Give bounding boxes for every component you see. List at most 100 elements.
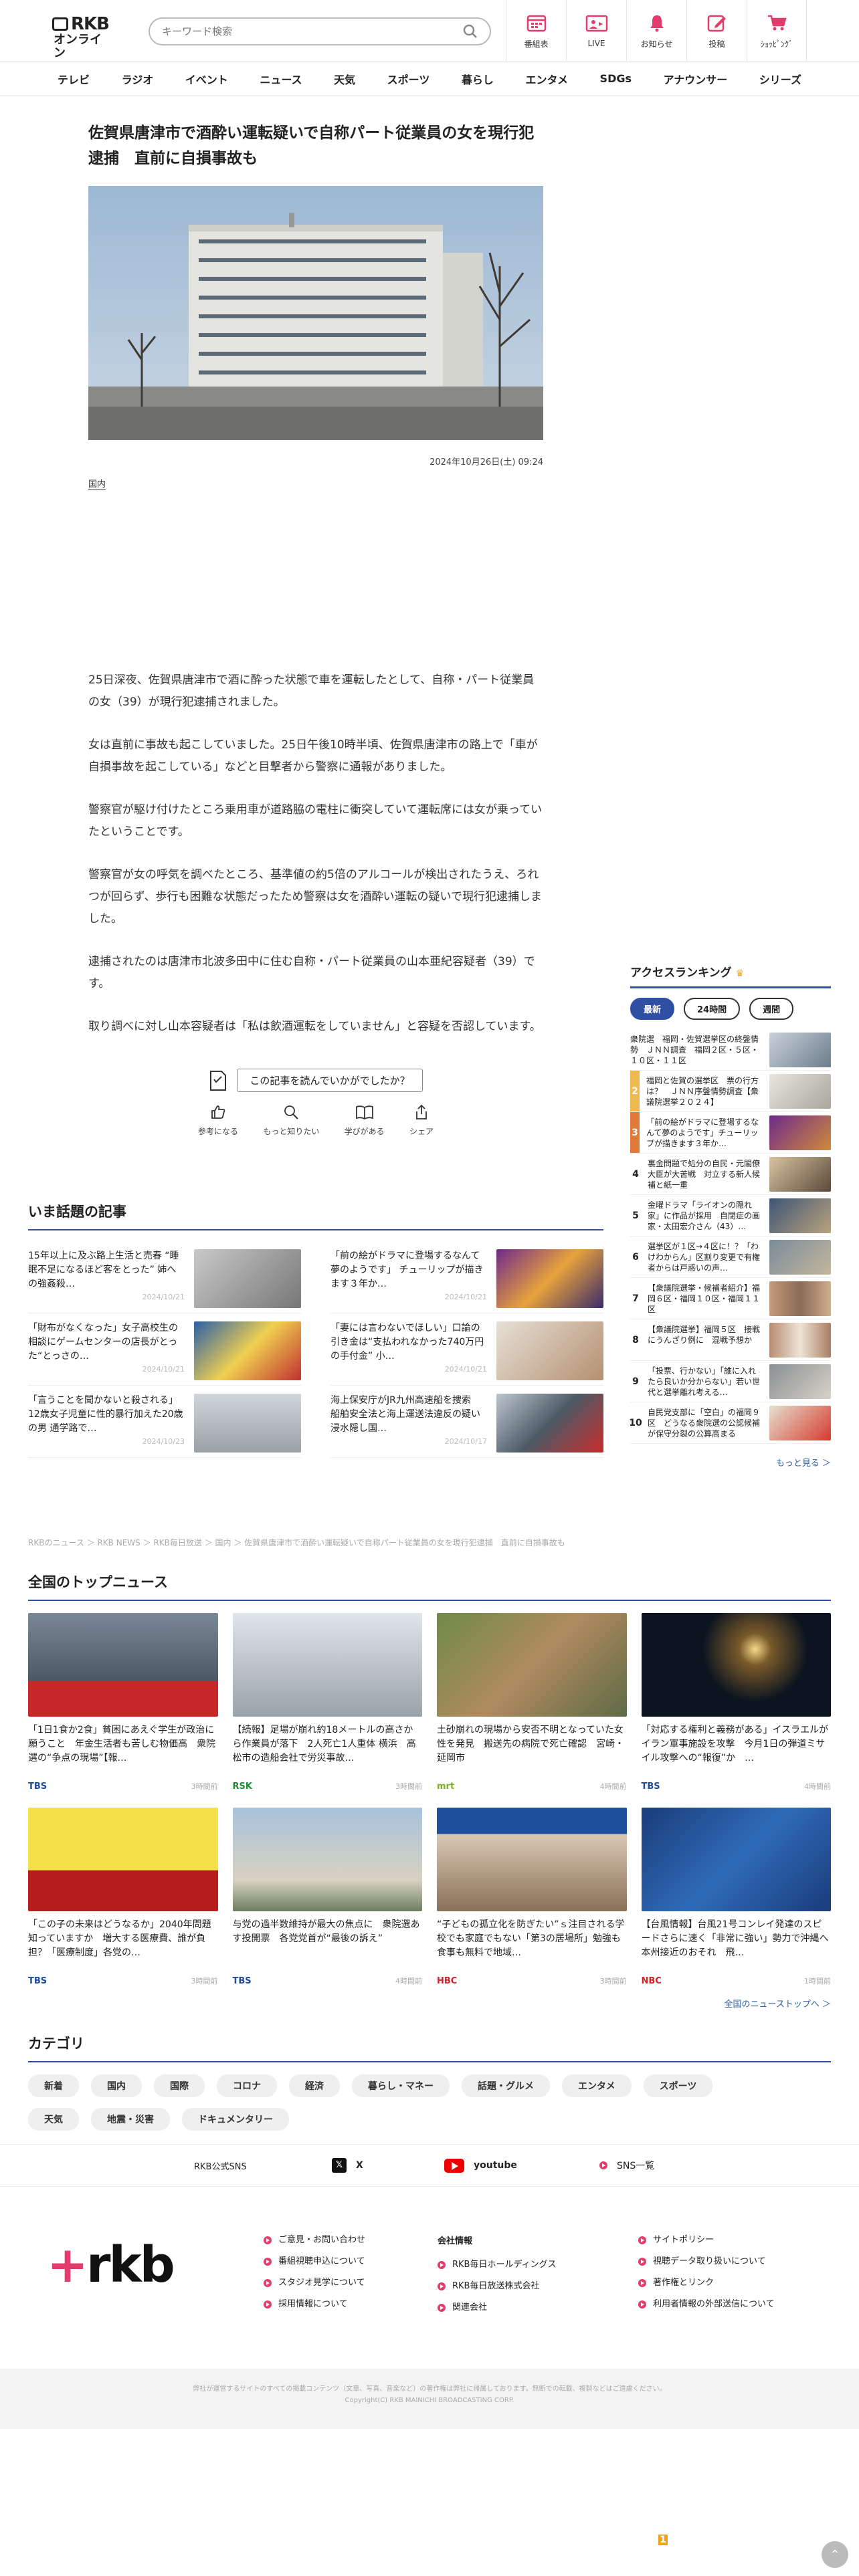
category-chip[interactable]: 新着 <box>28 2074 79 2097</box>
ranking-item[interactable]: 2 福岡と佐賀の選挙区 票の行方は？ ＪＮＮ序盤情勢調査【衆議院選挙２０２４】 <box>630 1071 831 1112</box>
article-paragraph: 警察官が女の呼気を調べたところ、基準値の約5倍のアルコールが検出されたうえ、ろれ… <box>88 868 542 926</box>
ranking-thumbnail <box>769 1405 831 1440</box>
ranking-item[interactable]: 1 衆院選 福岡・佐賀選挙区の終盤情勢 ＪＮＮ調査 福岡２区・５区・１０区・１１区 <box>630 1029 831 2545</box>
gnav-item-weather[interactable]: 天気 <box>334 71 355 87</box>
ranking-tab-latest[interactable]: 最新 <box>630 998 675 1020</box>
ranking-title: アクセスランキング ♛ <box>630 963 831 988</box>
gnav-item-event[interactable]: イベント <box>185 71 228 87</box>
arrow-icon <box>638 2300 646 2309</box>
ranking-item[interactable]: 7 【衆議院選挙・候補者紹介】福岡６区・福岡１０区・福岡１１区 <box>630 1278 831 1319</box>
topnews-card[interactable]: 与党の過半数維持が最大の焦点に 衆院選あす投開票 各党党首が“最後の訴え” TBS… <box>232 1808 422 1988</box>
topnews-card[interactable]: 【続報】足場が崩れ約18メートルの高さから作業員が落下 2人死亡1人重体 横浜 … <box>232 1613 422 1793</box>
category-chip[interactable]: ドキュメンタリー <box>182 2108 289 2131</box>
calendar-icon <box>525 13 548 33</box>
category-chip[interactable]: エンタメ <box>562 2074 632 2097</box>
footer-link[interactable]: ご意見・お問い合わせ <box>264 2230 365 2251</box>
gnav-item-sports[interactable]: スポーツ <box>387 71 430 87</box>
feedback-helpful-button[interactable]: 参考になる <box>198 1104 238 1137</box>
category-chip[interactable]: 天気 <box>28 2108 79 2131</box>
ranking-item[interactable]: 5 金曜ドラマ「ライオンの隠れ家」に作品が採用 自閉症の画家・太田宏介さん（43）… <box>630 1195 831 1237</box>
topnews-card[interactable]: 土砂崩れの現場から安否不明となっていた女性を発見 搬送先の病院で死亡確認 宮崎・… <box>437 1613 627 1793</box>
footer-link[interactable]: RKB毎日ホールディングス <box>438 2254 557 2276</box>
gnav-item-announcer[interactable]: アナウンサー <box>664 71 728 87</box>
article: 佐賀県唐津市で酒酔い運転疑いで自称パート従業員の女を現行犯逮捕 直前に自損事故も… <box>88 120 543 1059</box>
footer-link[interactable]: 番組視聴申込について <box>264 2251 365 2272</box>
topnews-card[interactable]: 「この子の未来はどうなるか」2040年問題知っていますか 増大する医療費、誰が負… <box>28 1808 218 1988</box>
trending-thumbnail <box>194 1394 301 1453</box>
trending-item[interactable]: 15年以上に及ぶ路上生活と売春 “睡眠不足になるほど客をとった” 姉への強姦殺…… <box>28 1241 301 1313</box>
ranking-item[interactable]: 3 「前の絵がドラマに登場するなんて夢のようです」チューリップが描きます３年か… <box>630 1112 831 1154</box>
feedback-more-button[interactable]: もっと知りたい <box>263 1104 319 1137</box>
header-nav-schedule[interactable]: 番組表 <box>506 0 566 62</box>
article-body: 25日深夜、佐賀県唐津市で酒に酔った状態で車を運転したとして、自称・パート従業員… <box>88 669 543 1038</box>
category-chip[interactable]: コロナ <box>217 2074 277 2097</box>
search-input[interactable] <box>162 25 463 37</box>
topnews-more-link[interactable]: 全国のニューストップへ ＞ <box>28 1997 831 2010</box>
category-chip[interactable]: 国内 <box>91 2074 142 2097</box>
trending-item[interactable]: 「言うことを聞かないと殺される」12歳女子児童に性的暴行加えた20歳の男 通学路… <box>28 1386 301 1458</box>
category-chip[interactable]: 話題・グルメ <box>462 2074 550 2097</box>
topnews-card[interactable]: 「1日1食か2食」貧困にあえぐ学生が政治に願うこと 年金生活者も苦しむ物価高 衆… <box>28 1613 218 1793</box>
trending-item[interactable]: 「前の絵がドラマに登場するなんて夢のようです」 チューリップが描きます３年か… 2… <box>330 1241 603 1313</box>
sns-x-link[interactable]: 𝕏X <box>332 2158 363 2173</box>
category-chip[interactable]: スポーツ <box>643 2074 713 2097</box>
search-icon[interactable] <box>463 24 478 39</box>
article-category[interactable]: 国内 <box>88 477 106 490</box>
trending-item[interactable]: 「妻には言わないでほしい」口論の引き金は“支払われなかった740万円の手付金” … <box>330 1313 603 1386</box>
ranking-item[interactable]: 4 裏金問題で処分の自民・元閣僚大臣が大苦戦 対立する新人候補と紙一重 <box>630 1154 831 1195</box>
category-title: カテゴリ <box>28 2033 831 2062</box>
gnav-item-news[interactable]: ニュース <box>260 71 302 87</box>
footer-link[interactable]: 関連会社 <box>438 2297 557 2319</box>
arrow-icon <box>264 2236 272 2244</box>
feedback-question: この記事を読んでいかがでしたか？ <box>237 1069 423 1092</box>
trending-item[interactable]: 海上保安庁がJR九州高速船を捜索 船舶安全法と海上運送法違反の疑い 浸水隠し国…… <box>330 1386 603 1458</box>
arrow-icon <box>264 2279 272 2287</box>
ranking-item[interactable]: 10 自民党支部に「空白」の福岡９区 どうなる衆院選の公認候補が保守分裂の公算高ま… <box>629 1402 831 1444</box>
header-nav-notice[interactable]: お知らせ <box>626 0 686 62</box>
thumbs-up-icon <box>211 1105 225 1119</box>
ranking-tab-24h[interactable]: 24時間 <box>684 998 741 1020</box>
gnav-item-sdgs[interactable]: SDGs <box>600 72 632 85</box>
header-nav: 番組表 ▶ LIVE お知らせ 投稿 ｼｮｯﾋﾟﾝｸﾞ <box>506 0 807 62</box>
gnav-item-series[interactable]: シリーズ <box>759 71 801 87</box>
gnav-item-radio[interactable]: ラジオ <box>122 71 154 87</box>
topnews-thumbnail <box>232 1808 422 1911</box>
site-logo[interactable]: RKB オンライン <box>52 15 112 60</box>
gnav-item-life[interactable]: 暮らし <box>462 71 494 87</box>
category-chip[interactable]: 経済 <box>289 2074 340 2097</box>
footer-link[interactable]: 採用情報について <box>264 2294 365 2315</box>
topnews-card[interactable]: “子どもの孤立化を防ぎたい”ｓ注目される学校でも家庭でもない「第3の居場所」勉強… <box>437 1808 627 1988</box>
sns-youtube-link[interactable]: youtube <box>444 2158 517 2173</box>
topnews-card[interactable]: 「対応する権利と義務がある」イスラエルがイラン軍事施設を攻撃 今月1日の弾道ミサ… <box>641 1613 831 1793</box>
sns-list-link[interactable]: SNS一覧 <box>599 2159 654 2172</box>
feedback-learn-button[interactable]: 学びがある <box>345 1104 385 1137</box>
ranking-more-link[interactable]: もっと見る ＞ <box>630 1456 831 1469</box>
footer-link[interactable]: RKB毎日放送株式会社 <box>438 2276 557 2297</box>
footer-link[interactable]: 視聴データ取り扱いについて <box>638 2251 775 2272</box>
footer-link[interactable]: サイトポリシー <box>638 2230 775 2251</box>
footer-link[interactable]: 利用者情報の外部送信について <box>638 2294 775 2315</box>
footer-link[interactable]: スタジオ見学について <box>264 2272 365 2294</box>
header-nav-post[interactable]: 投稿 <box>686 0 747 62</box>
footer-logo[interactable]: +rkb <box>47 2236 175 2294</box>
ranking-item[interactable]: 6 選挙区が１区→４区に！？「わけわからん」区割り変更で有権者からは戸惑いの声… <box>630 1237 831 1278</box>
ranking-tab-weekly[interactable]: 週間 <box>749 998 794 1020</box>
ranking-item[interactable]: 8 【衆議院選挙】福岡５区 接戦にうんざり例に 混戦予想か <box>630 1319 831 1361</box>
topnews-thumbnail <box>641 1808 831 1911</box>
topnews-card[interactable]: 【台風情報】台風21号コンレイ発達のスピードさらに速く「非常に強い」勢力で沖縄へ… <box>641 1808 831 1988</box>
category-chip[interactable]: 暮らし・マネー <box>352 2074 450 2097</box>
header-nav-live[interactable]: ▶ LIVE <box>566 0 626 62</box>
category-chip[interactable]: 地震・災害 <box>91 2108 170 2131</box>
feedback-share-button[interactable]: シェア <box>409 1104 434 1137</box>
search-box[interactable] <box>149 17 491 45</box>
ranking-item[interactable]: 9 「投票、行かない」「誰に入れたら良いか分からない」若い世代と選挙離れ考える… <box>630 1361 831 1402</box>
gnav-item-tv[interactable]: テレビ <box>58 71 90 87</box>
ranking-thumbnail <box>769 1198 831 1233</box>
header-nav-shopping[interactable]: ｼｮｯﾋﾟﾝｸﾞ <box>747 0 807 62</box>
category-chip[interactable]: 国際 <box>154 2074 205 2097</box>
gnav-item-entame[interactable]: エンタメ <box>525 71 568 87</box>
footer-link[interactable]: 著作権とリンク <box>638 2272 775 2294</box>
trending-item[interactable]: 「財布がなくなった」女子高校生の相談にゲームセンターの店長がとった“とっさの… 2… <box>28 1313 301 1386</box>
breadcrumb[interactable]: RKBのニュース ＞ RKB NEWS ＞ RKB毎日放送 ＞ 国内 ＞ 佐賀県… <box>28 1537 565 1548</box>
back-to-top-button[interactable]: ⌃ <box>822 2541 848 2568</box>
